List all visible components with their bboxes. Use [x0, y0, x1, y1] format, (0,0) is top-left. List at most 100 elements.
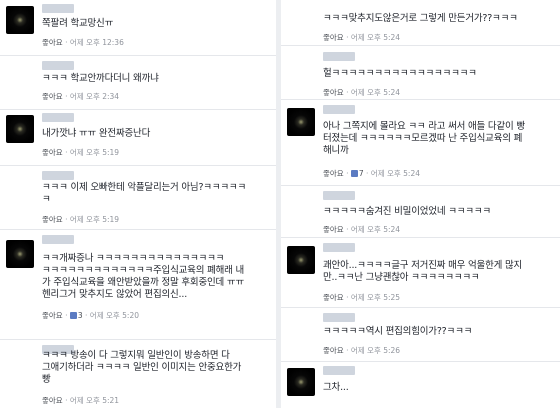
- comment-timestamp[interactable]: 어제 오후 2:34: [70, 92, 119, 101]
- commenter-avatar[interactable]: [6, 6, 34, 34]
- meta-separator: ·: [343, 33, 351, 42]
- commenter-avatar[interactable]: [287, 314, 315, 342]
- comment-timestamp[interactable]: 어제 오후 5:26: [351, 346, 400, 355]
- comment-meta: 좋아요 · 어제 오후 12:36: [42, 37, 124, 48]
- meta-separator: ·: [62, 215, 70, 224]
- comment-text: 그차...: [323, 382, 349, 393]
- like-link[interactable]: 좋아요: [323, 33, 344, 42]
- comment-timestamp[interactable]: 어제 오후 5:25: [351, 293, 400, 302]
- commenter-avatar[interactable]: [287, 6, 315, 34]
- comments-column-left: 쪽팔려 학교망신ㅠ 좋아요 · 어제 오후 12:36 ㅋㅋㅋ 학교안까다더니 …: [0, 0, 276, 408]
- comment-meta: 좋아요 · 어제 오후 5:19: [42, 147, 119, 158]
- comment-item: 쪽팔려 학교망신ㅠ 좋아요 · 어제 오후 12:36: [0, 0, 276, 56]
- comment-meta: 좋아요 · 어제 오후 5:25: [323, 292, 400, 303]
- comment-item: ㅋㅋㅋㅋㅋ역시 편집의힘이가??ㅋㅋㅋ 좋아요 · 어제 오후 5:26: [281, 308, 560, 362]
- comment-text: ㅋㅋ개짜증나 ㅋㅋㅋㅋㅋㅋㅋㅋㅋㅋㅋㅋㅋㅋㅋ ㅋㅋㅋㅋㅋㅋㅋㅋㅋㅋㅋㅋㅋ주입식교…: [42, 253, 245, 300]
- comment-item: ㅋㅋ개짜증나 ㅋㅋㅋㅋㅋㅋㅋㅋㅋㅋㅋㅋㅋㅋㅋ ㅋㅋㅋㅋㅋㅋㅋㅋㅋㅋㅋㅋㅋ주입식교…: [0, 230, 276, 340]
- meta-separator: ·: [343, 293, 351, 302]
- comment-text: ㅋㅋㅋㅋㅋ역시 편집의힘이가??ㅋㅋㅋ: [323, 326, 473, 337]
- comment-meta: 좋아요 · 어제 오후 5:19: [42, 214, 119, 225]
- comment-timestamp[interactable]: 어제 오후 5:24: [351, 88, 400, 97]
- meta-separator: ·: [343, 225, 351, 234]
- commenter-avatar[interactable]: [287, 52, 315, 80]
- commenter-avatar[interactable]: [287, 192, 315, 220]
- comment-item: 괘안아...ㅋㅋㅋㅋ글구 저거진짜 매우 억울한게 많지 만..ㅋㅋ난 그냥괜찮…: [281, 238, 560, 308]
- meta-separator: ·: [62, 92, 70, 101]
- commenter-name-blurred[interactable]: [42, 235, 74, 244]
- comment-timestamp[interactable]: 어제 오후 5:19: [70, 148, 119, 157]
- meta-separator: ·: [343, 88, 351, 97]
- comments-column-right: ㅋㅋㅋ맞추지도않은거로 그렇게 만든거가??ㅋㅋㅋ 좋아요 · 어제 오후 5:…: [281, 0, 560, 408]
- comment-item: ㅋㅋㅋ맞추지도않은거로 그렇게 만든거가??ㅋㅋㅋ 좋아요 · 어제 오후 5:…: [281, 0, 560, 46]
- comment-item: 내가깟냐 ㅠㅠ 완전짜증난다 좋아요 · 어제 오후 5:19: [0, 110, 276, 166]
- comment-meta: 좋아요 · 어제 오후 5:24: [323, 224, 400, 235]
- like-link[interactable]: 좋아요: [42, 396, 63, 405]
- meta-separator: ·: [343, 169, 351, 178]
- comment-text: 아나 그쪽지에 몰라요 ㅋㅋ 라고 써서 애들 다같이 빵 터졌는데 ㅋㅋㅋㅋㅋ…: [323, 121, 525, 156]
- commenter-name-blurred[interactable]: [42, 171, 74, 180]
- commenter-name-blurred[interactable]: [323, 366, 355, 375]
- comment-meta: 좋아요 · 3 · 어제 오후 5:20: [42, 310, 139, 321]
- commenter-avatar[interactable]: [6, 346, 34, 374]
- comment-text: ㅋㅋㅋ맞추지도않은거로 그렇게 만든거가??ㅋㅋㅋ: [323, 13, 518, 24]
- commenter-name-blurred[interactable]: [323, 52, 355, 61]
- like-link[interactable]: 좋아요: [42, 215, 63, 224]
- commenter-name-blurred[interactable]: [42, 61, 74, 70]
- comment-text: 내가깟냐 ㅠㅠ 완전짜증난다: [42, 128, 151, 139]
- comment-meta: 좋아요 · 어제 오후 5:24: [323, 32, 400, 43]
- comment-item: ㅋㅋㅋ 방송이 다 그렇지뭐 일반인이 방송하면 다 그애기하더라 ㅋㅋㅋㅋ 일…: [0, 340, 276, 408]
- meta-separator: ·: [62, 148, 70, 157]
- comment-text: ㅋㅋㅋ 이제 오빠한테 악플달리는거 아님?ㅋㅋㅋㅋㅋ ㅋ: [42, 182, 247, 205]
- commenter-avatar[interactable]: [287, 246, 315, 274]
- comment-meta: 좋아요 · 어제 오후 5:21: [42, 395, 119, 406]
- like-link[interactable]: 좋아요: [323, 169, 344, 178]
- comment-timestamp[interactable]: 어제 오후 5:24: [351, 225, 400, 234]
- like-link[interactable]: 좋아요: [42, 311, 63, 320]
- comment-text: ㅋㅋㅋㅋㅋ숨겨진 비밀이었었네 ㅋㅋㅋㅋㅋ: [323, 206, 491, 217]
- comment-timestamp[interactable]: 어제 오후 5:19: [70, 215, 119, 224]
- commenter-avatar[interactable]: [6, 240, 34, 268]
- thumbs-up-icon: [69, 312, 77, 319]
- like-link[interactable]: 좋아요: [42, 148, 63, 157]
- commenter-name-blurred[interactable]: [323, 191, 355, 200]
- comment-meta: 좋아요 · 어제 오후 2:34: [42, 91, 119, 102]
- commenter-name-blurred[interactable]: [323, 313, 355, 322]
- comment-meta: 좋아요 · 어제 오후 5:24: [323, 87, 400, 98]
- meta-separator: ·: [62, 38, 70, 47]
- commenter-avatar[interactable]: [6, 62, 34, 90]
- commenter-avatar[interactable]: [287, 368, 315, 396]
- commenter-name-blurred[interactable]: [323, 105, 355, 114]
- commenter-avatar[interactable]: [287, 108, 315, 136]
- like-link[interactable]: 좋아요: [323, 346, 344, 355]
- comment-item: ㅋㅋㅋㅋㅋ숨겨진 비밀이었었네 ㅋㅋㅋㅋㅋ 좋아요 · 어제 오후 5:24: [281, 186, 560, 238]
- comment-meta: 좋아요 · 7 · 어제 오후 5:24: [323, 168, 420, 179]
- comment-item: 그차...: [281, 362, 560, 408]
- comment-timestamp[interactable]: 어제 오후 5:21: [70, 396, 119, 405]
- comment-text: 쪽팔려 학교망신ㅠ: [42, 18, 114, 29]
- commenter-avatar[interactable]: [6, 115, 34, 143]
- like-link[interactable]: 좋아요: [42, 38, 63, 47]
- comment-timestamp[interactable]: 어제 오후 5:24: [351, 33, 400, 42]
- commenter-name-blurred[interactable]: [42, 113, 74, 122]
- comment-timestamp[interactable]: 어제 오후 5:20: [90, 311, 139, 320]
- thumbs-up-icon: [350, 170, 358, 177]
- like-link[interactable]: 좋아요: [323, 293, 344, 302]
- comment-text: ㅋㅋㅋ 방송이 다 그렇지뭐 일반인이 방송하면 다 그애기하더라 ㅋㅋㅋㅋ 일…: [42, 350, 242, 385]
- like-link[interactable]: 좋아요: [323, 88, 344, 97]
- comment-timestamp[interactable]: 어제 오후 5:24: [371, 169, 420, 178]
- comment-item: ㅋㅋㅋ 이제 오빠한테 악플달리는거 아님?ㅋㅋㅋㅋㅋ ㅋ 좋아요 · 어제 오…: [0, 166, 276, 230]
- comment-text: 괘안아...ㅋㅋㅋㅋ글구 저거진짜 매우 억울한게 많지 만..ㅋㅋ난 그냥괜찮…: [323, 260, 523, 283]
- comment-text: 헐ㅋㅋㅋㅋㅋㅋㅋㅋㅋㅋㅋㅋㅋㅋㅋㅋㅋ: [323, 68, 477, 79]
- commenter-avatar[interactable]: [6, 172, 34, 200]
- commenter-name-blurred[interactable]: [42, 4, 74, 13]
- meta-separator: ·: [363, 169, 371, 178]
- like-link[interactable]: 좋아요: [323, 225, 344, 234]
- comment-text: ㅋㅋㅋ 학교안까다더니 왜까냐: [42, 73, 159, 84]
- comment-timestamp[interactable]: 어제 오후 12:36: [70, 38, 124, 47]
- comment-meta: 좋아요 · 어제 오후 5:26: [323, 345, 400, 356]
- meta-separator: ·: [343, 346, 351, 355]
- meta-separator: ·: [62, 311, 70, 320]
- commenter-name-blurred[interactable]: [323, 243, 355, 252]
- comment-item: 아나 그쪽지에 몰라요 ㅋㅋ 라고 써서 애들 다같이 빵 터졌는데 ㅋㅋㅋㅋㅋ…: [281, 100, 560, 186]
- like-link[interactable]: 좋아요: [42, 92, 63, 101]
